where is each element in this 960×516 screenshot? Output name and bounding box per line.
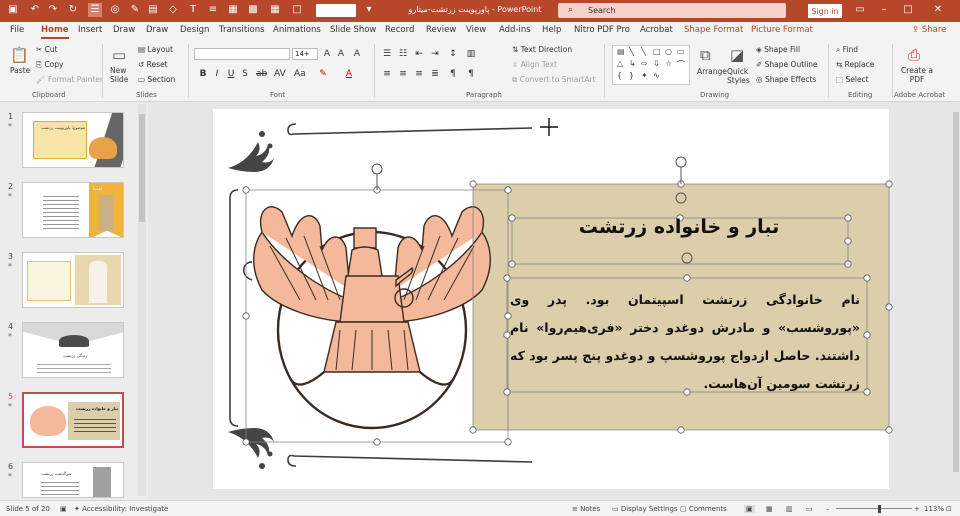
comments-label: Comments xyxy=(688,505,727,513)
slide-sorter-icon[interactable]: ▦ xyxy=(766,505,773,513)
notes-button[interactable]: ≡ Notes xyxy=(572,505,600,513)
comments-button[interactable]: ▢ Comments xyxy=(680,505,727,513)
spellcheck-icon[interactable]: ▣ xyxy=(60,505,67,513)
display-icon: ▭ xyxy=(612,505,621,513)
corner-ornament-top xyxy=(228,131,274,172)
notes-icon: ≡ xyxy=(572,505,581,513)
accessibility-status[interactable]: ✦ Accessibility: Investigate xyxy=(74,505,168,513)
display-settings-label: Display Settings xyxy=(620,505,678,513)
zoom-out-icon[interactable]: – xyxy=(826,505,830,513)
slide-counter: Slide 5 of 20 xyxy=(6,505,50,513)
bottom-frame-line xyxy=(287,454,533,467)
top-frame-line xyxy=(287,123,533,136)
zoom-in-icon[interactable]: + xyxy=(914,505,920,513)
emblem-head xyxy=(347,246,383,281)
zoom-level[interactable]: 113% xyxy=(924,505,944,513)
corner-ornament-bottom xyxy=(228,428,274,469)
slide-title[interactable]: تبار و خانواده زرتشت xyxy=(512,216,846,238)
emblem-crown xyxy=(353,227,377,249)
display-settings-button[interactable]: ▭ Display Settings xyxy=(612,505,678,513)
status-bar: Slide 5 of 20 ▣ ✦ Accessibility: Investi… xyxy=(0,500,960,516)
comments-icon: ▢ xyxy=(680,505,689,513)
move-cursor-icon xyxy=(540,118,558,136)
zoom-slider-thumb[interactable] xyxy=(878,505,881,513)
accessibility-icon: ✦ xyxy=(74,505,83,513)
emblem-left-wing xyxy=(243,206,357,323)
accessibility-label: Accessibility: Investigate xyxy=(82,505,169,513)
left-frame-line xyxy=(229,189,239,427)
slide-artwork xyxy=(228,118,893,469)
fit-slide-icon[interactable]: ⊡ xyxy=(946,505,952,513)
normal-view-icon[interactable]: ▣ xyxy=(744,505,755,513)
zoom-slider[interactable] xyxy=(836,508,912,509)
notes-label: Notes xyxy=(580,505,601,513)
slideshow-view-icon[interactable]: ▭ xyxy=(806,505,813,513)
emblem-tail xyxy=(289,321,455,386)
slide-body-text[interactable]: نام خانوادگی زرتشت اسپیتمان بود. پدر وی … xyxy=(510,286,860,398)
reading-view-icon[interactable]: ▥ xyxy=(786,505,793,513)
faravahar-emblem xyxy=(243,206,491,430)
